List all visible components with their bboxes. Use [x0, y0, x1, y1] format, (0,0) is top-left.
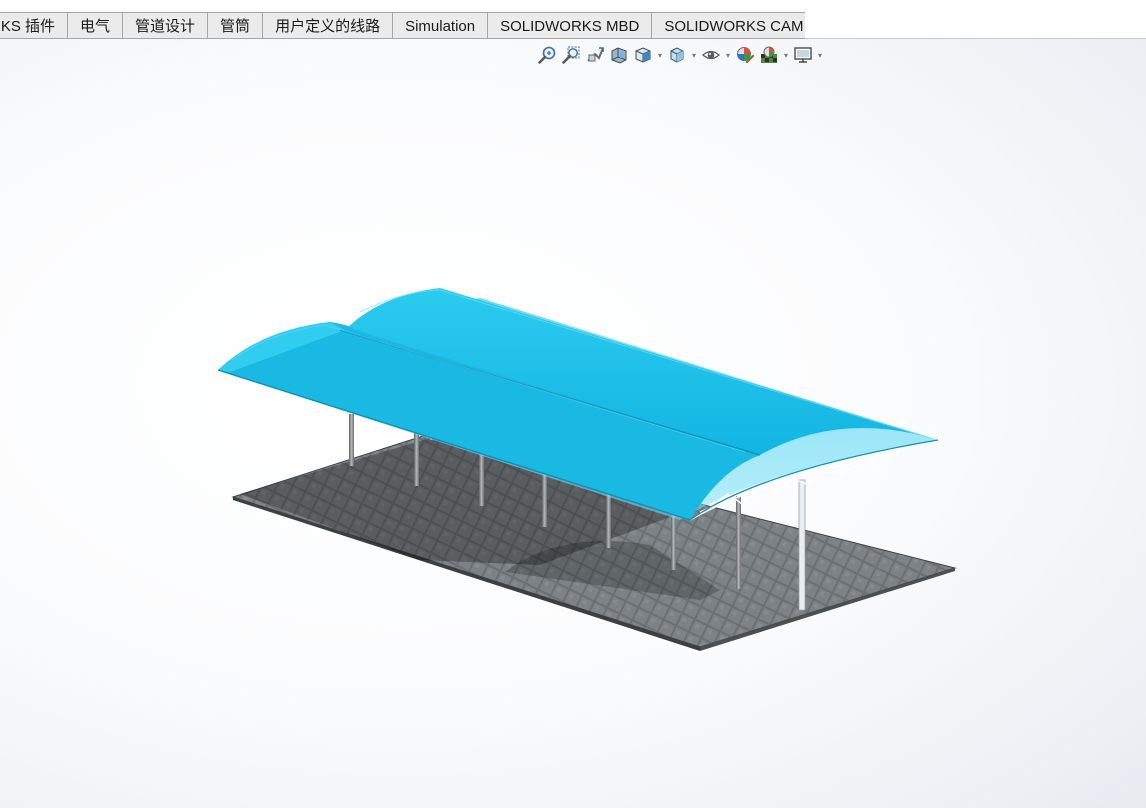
car-shelter-model[interactable]: [0, 0, 1146, 808]
